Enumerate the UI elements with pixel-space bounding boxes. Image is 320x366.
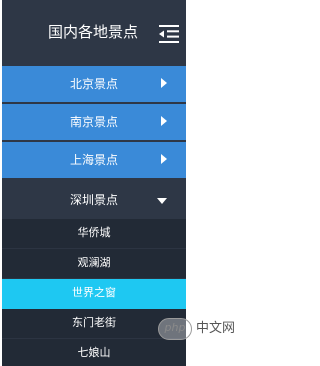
menu-collapse-icon[interactable] xyxy=(159,25,179,43)
chevron-right-icon xyxy=(161,78,167,88)
submenu-item-shijiezhichuang[interactable]: 世界之窗 xyxy=(2,279,186,309)
submenu-item-huaqiaocheng[interactable]: 华侨城 xyxy=(2,219,186,249)
submenu-shenzhen: 华侨城 观澜湖 世界之窗 东门老街 七娘山 xyxy=(2,219,186,366)
menu-item-label: 上海景点 xyxy=(69,153,118,167)
side-navigation: 国内各地景点 北京景点 南京景点 上海景点 深圳景点 华侨城 观澜湖 世界之窗 … xyxy=(2,0,186,366)
chevron-right-icon xyxy=(161,154,167,164)
submenu-item-label: 世界之窗 xyxy=(72,286,116,299)
submenu-item-guanlanhu[interactable]: 观澜湖 xyxy=(2,249,186,279)
menu-item-nanjing[interactable]: 南京景点 xyxy=(2,104,186,140)
submenu-item-label: 华侨城 xyxy=(77,226,111,239)
chevron-down-icon xyxy=(157,198,167,204)
submenu-item-label: 七娘山 xyxy=(77,346,111,359)
nav-title: 国内各地景点 xyxy=(48,23,139,41)
menu-item-shanghai[interactable]: 上海景点 xyxy=(2,142,186,178)
menu-item-label: 北京景点 xyxy=(69,77,118,91)
menu-item-shenzhen[interactable]: 深圳景点 xyxy=(2,182,186,218)
chevron-right-icon xyxy=(161,116,167,126)
watermark-site-text: 中文网 xyxy=(196,321,236,336)
nav-header: 国内各地景点 xyxy=(2,0,186,64)
php-logo-watermark: php xyxy=(158,318,192,340)
submenu-item-label: 观澜湖 xyxy=(77,256,111,269)
submenu-item-qiniangshan[interactable]: 七娘山 xyxy=(2,339,186,366)
menu-item-label: 南京景点 xyxy=(69,115,118,129)
menu-item-beijing[interactable]: 北京景点 xyxy=(2,66,186,102)
